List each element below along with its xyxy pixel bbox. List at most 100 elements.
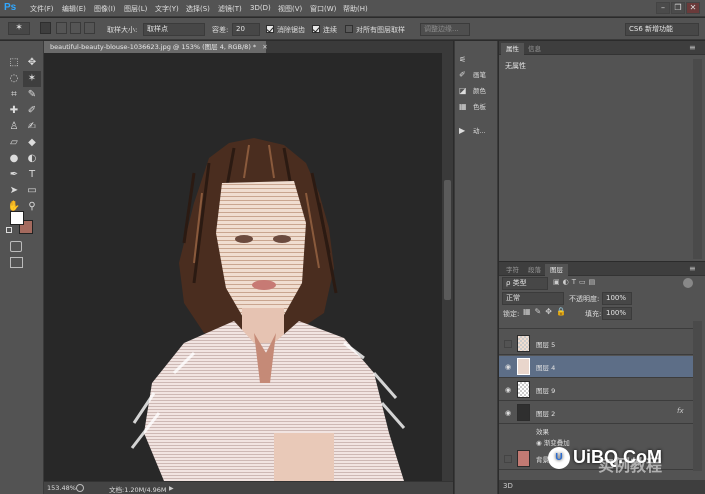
menu-type[interactable]: 文字(Y) <box>155 4 179 14</box>
layers-scrollbar[interactable] <box>693 321 702 471</box>
visibility-off-icon[interactable] <box>504 340 512 348</box>
contiguous-checkbox[interactable] <box>312 25 320 33</box>
layer-name[interactable]: 图层 9 <box>536 385 555 395</box>
blend-mode-select[interactable]: 正常 <box>502 292 564 305</box>
blur-tool-icon[interactable]: ● <box>5 151 23 167</box>
magic-wand-preset-icon[interactable]: ✶ <box>8 22 30 35</box>
sample-size-select[interactable]: 取样点 <box>143 23 205 36</box>
refine-edge-button[interactable]: 调整边缘... <box>420 23 470 36</box>
brush-settings-icon: ⚟ <box>459 55 467 64</box>
crop-tool-icon[interactable]: ⌗ <box>5 87 23 103</box>
layer-row[interactable]: ◉ 图层 2 fx <box>499 402 693 424</box>
layers-menu-icon[interactable]: ≡ <box>689 264 696 273</box>
paint-bucket-tool-icon[interactable]: ◆ <box>23 135 41 151</box>
foreground-color-swatch[interactable] <box>10 211 24 225</box>
layer-name[interactable]: 图层 4 <box>536 362 555 372</box>
menu-3d[interactable]: 3D(D) <box>250 4 271 12</box>
tab-character[interactable]: 字符 <box>501 264 524 276</box>
intersect-selection-icon[interactable] <box>84 22 95 34</box>
tolerance-input[interactable]: 20 <box>232 23 260 36</box>
layer-name[interactable]: 图层 2 <box>536 408 555 418</box>
fill-input[interactable]: 100% <box>602 307 632 320</box>
minimize-button[interactable]: – <box>656 2 670 14</box>
menu-image[interactable]: 图像(I) <box>94 4 116 14</box>
eye-icon[interactable]: ◉ <box>536 439 544 447</box>
menu-view[interactable]: 视图(V) <box>278 4 302 14</box>
eyedropper-tool-icon[interactable]: ✎ <box>23 87 41 103</box>
status-menu-arrow-icon[interactable]: ▶ <box>169 485 174 492</box>
fx-icon[interactable]: fx <box>677 407 684 415</box>
dodge-tool-icon[interactable]: ◐ <box>23 151 41 167</box>
close-button[interactable]: ✕ <box>686 2 700 14</box>
layers-footer: 3D <box>499 480 705 494</box>
menu-filter[interactable]: 滤镜(T) <box>218 4 242 14</box>
workspace-select[interactable]: CS6 新增功能 <box>625 23 699 36</box>
status-info-icon[interactable] <box>76 484 84 492</box>
tab-3d[interactable]: 3D <box>503 482 513 490</box>
lasso-tool-icon[interactable]: ◌ <box>5 71 23 87</box>
scrollbar-thumb[interactable] <box>444 180 451 300</box>
layer-row[interactable]: ◉ 图层 9 <box>499 379 693 401</box>
menu-help[interactable]: 帮助(H) <box>343 4 368 14</box>
layer-name[interactable]: 图层 5 <box>536 339 555 349</box>
zoom-tool-icon[interactable]: ⚲ <box>23 199 41 215</box>
opacity-input[interactable]: 100% <box>602 292 632 305</box>
restore-button[interactable]: ❐ <box>671 2 685 14</box>
mid-item-color[interactable]: ◪ 颜色 <box>459 85 486 99</box>
path-select-tool-icon[interactable]: ➤ <box>5 183 23 199</box>
menu-edit[interactable]: 编辑(E) <box>62 4 86 14</box>
tab-paragraph[interactable]: 段落 <box>523 264 546 276</box>
visibility-off-icon[interactable] <box>504 455 512 463</box>
play-icon: ▶ <box>459 126 466 135</box>
filter-toggle-icon[interactable] <box>683 278 693 288</box>
screen-mode-icon[interactable] <box>10 257 23 268</box>
eye-icon[interactable]: ◉ <box>503 408 513 418</box>
pen-tool-icon[interactable]: ✒ <box>5 167 23 183</box>
menu-window[interactable]: 窗口(W) <box>310 4 336 14</box>
menu-select[interactable]: 选择(S) <box>186 4 210 14</box>
quick-mask-icon[interactable] <box>10 241 22 252</box>
brush-tool-icon[interactable]: ✐ <box>23 103 41 119</box>
stamp-tool-icon[interactable]: ♙ <box>5 119 23 135</box>
menu-layer[interactable]: 图层(L) <box>124 4 147 14</box>
canvas[interactable] <box>44 53 442 481</box>
layer-row-selected[interactable]: ◉ 图层 4 <box>499 356 693 378</box>
properties-scrollbar[interactable] <box>693 59 702 259</box>
default-colors-icon[interactable] <box>6 227 12 233</box>
all-layers-checkbox[interactable] <box>345 25 353 33</box>
menu-bar: Ps 文件(F) 编辑(E) 图像(I) 图层(L) 文字(Y) 选择(S) 滤… <box>0 0 705 17</box>
menu-file[interactable]: 文件(F) <box>30 4 54 14</box>
magic-wand-tool-icon[interactable]: ✶ <box>23 71 41 87</box>
eraser-tool-icon[interactable]: ▱ <box>5 135 23 151</box>
type-tool-icon[interactable]: T <box>23 167 41 183</box>
shape-tool-icon[interactable]: ▭ <box>23 183 41 199</box>
marquee-tool-icon[interactable]: ⬚ <box>5 55 23 71</box>
layer-filter-icons[interactable]: ▣◐T▭▤ <box>553 278 598 286</box>
antialias-checkbox[interactable] <box>266 25 274 33</box>
layer-thumbnail <box>517 404 530 421</box>
effect-gradient-overlay[interactable]: ◉ 渐变叠加 <box>536 437 570 447</box>
zoom-level[interactable]: 153.48% <box>47 484 76 492</box>
history-brush-tool-icon[interactable]: ✍ <box>23 119 41 135</box>
add-selection-icon[interactable] <box>56 22 67 34</box>
layer-filter-select[interactable]: ρ 类型 <box>502 277 548 290</box>
tab-close-icon[interactable]: ✕ <box>262 43 267 51</box>
eye-icon[interactable]: ◉ <box>503 385 513 395</box>
tab-info[interactable]: 信息 <box>523 43 546 55</box>
mid-item-brush-settings[interactable]: ⚟ <box>459 55 473 69</box>
mid-item-actions[interactable]: ▶ 动... <box>459 125 486 139</box>
tab-properties[interactable]: 属性 <box>501 43 524 55</box>
move-tool-icon[interactable]: ✥ <box>23 55 41 71</box>
mid-item-swatches[interactable]: ▦ 色板 <box>459 101 486 115</box>
mid-item-brush[interactable]: ✐ 画笔 <box>459 69 486 83</box>
tab-layers[interactable]: 图层 <box>545 264 568 276</box>
layer-row-partial[interactable] <box>499 321 693 329</box>
eye-icon[interactable]: ◉ <box>503 362 513 372</box>
layer-row[interactable]: 图层 5 <box>499 333 693 355</box>
new-selection-icon[interactable] <box>40 22 51 34</box>
document-tab[interactable]: beautiful-beauty-blouse-1036623.jpg @ 15… <box>44 41 268 53</box>
lock-icons[interactable]: ▦✎✥🔒 <box>523 307 570 316</box>
panel-menu-icon[interactable]: ≡ <box>689 43 696 52</box>
subtract-selection-icon[interactable] <box>70 22 81 34</box>
healing-tool-icon[interactable]: ✚ <box>5 103 23 119</box>
